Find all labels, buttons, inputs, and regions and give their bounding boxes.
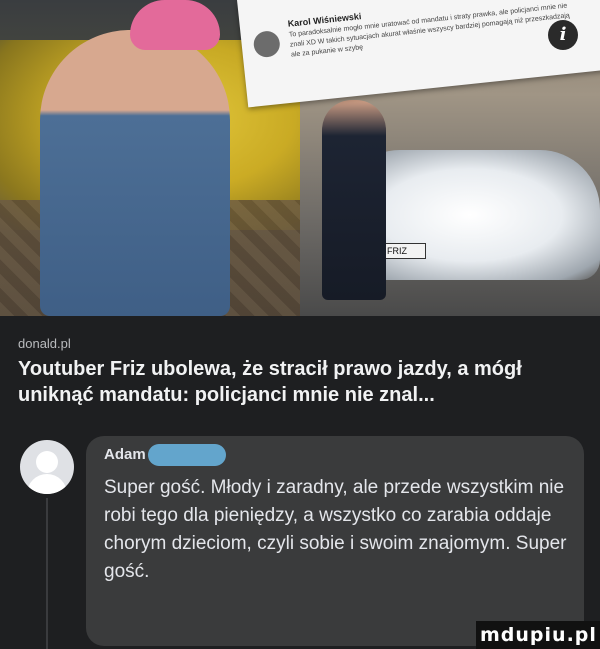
person-with-hand-on-chin [40, 30, 230, 316]
overlay-post-avatar [252, 29, 282, 59]
censored-surname-blur [148, 444, 226, 466]
overlay-post-text: To paradoksalnie mogło mnie uratować od … [288, 2, 571, 59]
pink-hair [130, 0, 220, 50]
post-image[interactable]: FRIZ Karol Wiśniewski To paradoksalnie m… [0, 0, 600, 316]
avatar-head-shape [36, 451, 58, 473]
watermark-logo: mdupiu.pl [480, 624, 597, 646]
person-standing-by-car [322, 100, 386, 300]
info-icon[interactable]: i [548, 20, 578, 50]
avatar-body-shape [27, 474, 67, 494]
post-source-domain[interactable]: donald.pl [18, 336, 71, 351]
post-headline[interactable]: Youtuber Friz ubolewa, że stracił prawo … [18, 356, 588, 408]
default-user-avatar-icon[interactable] [20, 440, 74, 494]
comment-author-name[interactable]: Adam [104, 446, 146, 463]
comment-thread-line [46, 498, 48, 649]
comment-text: Super gość. Młody i zaradny, ale przede … [104, 477, 567, 582]
